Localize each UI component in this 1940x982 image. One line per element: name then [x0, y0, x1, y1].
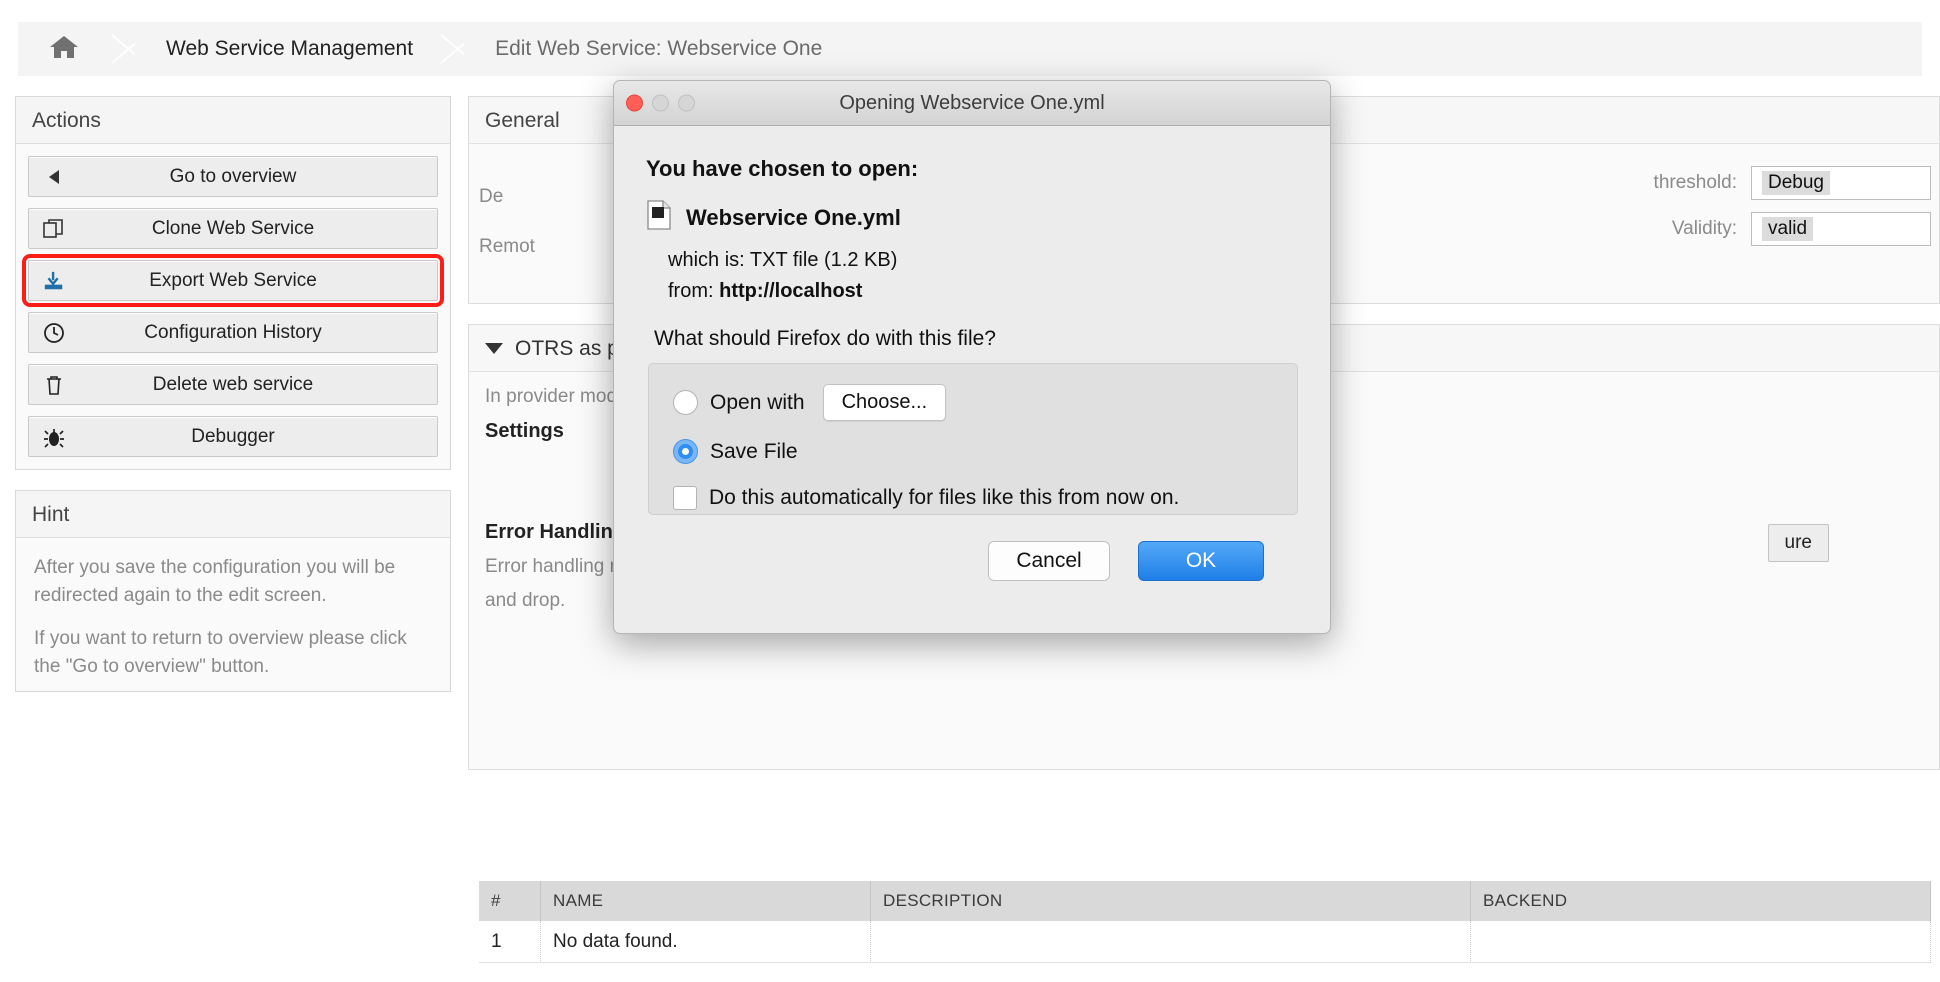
- debug-threshold-select[interactable]: Debug: [1751, 166, 1931, 200]
- hint-paragraph: If you want to return to overview please…: [34, 628, 407, 677]
- action-label: Export Web Service: [149, 269, 317, 291]
- field-label: Remot: [479, 236, 535, 257]
- hint-paragraph: After you save the configuration you wil…: [34, 557, 396, 606]
- table-header-row: # NAME DESCRIPTION BACKEND: [479, 881, 1931, 921]
- caret-down-icon: [485, 342, 503, 354]
- file-source-row: from: http://localhost: [668, 280, 1298, 303]
- action-label: Clone Web Service: [151, 217, 315, 239]
- open-with-radio[interactable]: [673, 390, 698, 415]
- file-info-row: Webservice One.yml: [646, 200, 1298, 235]
- screen-root: Web Service Management Edit Web Service:…: [0, 0, 1940, 982]
- hint-panel: Hint After you save the configuration yo…: [15, 490, 451, 692]
- open-with-row[interactable]: Open with Choose...: [673, 384, 1273, 421]
- column-header-num[interactable]: #: [479, 881, 541, 921]
- do-this-automatically-checkbox[interactable]: [673, 486, 697, 510]
- dialog-footer: Cancel OK: [646, 515, 1298, 581]
- otrs-panel-title: OTRS as pr: [515, 336, 626, 360]
- file-action-options: Open with Choose... Save File Do this au…: [648, 363, 1298, 515]
- save-file-label: Save File: [710, 439, 798, 463]
- action-go-to-overview[interactable]: Go to overview: [28, 156, 438, 197]
- trash-icon: [43, 374, 65, 396]
- action-label: Go to overview: [169, 165, 297, 187]
- cell-backend: [1471, 921, 1931, 963]
- clock-icon: [43, 322, 65, 344]
- auto-open-row[interactable]: Do this automatically for files like thi…: [673, 486, 1273, 510]
- breadcrumb-item-label: Edit Web Service: Webservice One: [495, 37, 823, 60]
- breadcrumb-separator-2: [439, 22, 469, 76]
- window-controls: [626, 94, 695, 112]
- radio-inner: [678, 444, 693, 459]
- field-label: threshold:: [1653, 172, 1737, 193]
- actions-panel-title: Actions: [16, 97, 450, 144]
- validity-value: valid: [1762, 217, 1814, 241]
- choose-button[interactable]: Choose...: [822, 384, 947, 421]
- action-clone-web-service[interactable]: Clone Web Service: [28, 208, 438, 249]
- document-icon: [646, 200, 672, 235]
- table-row: 1 No data found.: [479, 921, 1931, 963]
- validity-select[interactable]: valid: [1751, 212, 1931, 246]
- save-file-row[interactable]: Save File: [673, 439, 1273, 464]
- field-description: De: [479, 186, 503, 208]
- opening-file-dialog: Opening Webservice One.yml You have chos…: [613, 80, 1331, 634]
- action-label: Configuration History: [144, 321, 322, 343]
- field-label: De: [479, 186, 504, 207]
- dialog-body: You have chosen to open: Webservice One.…: [614, 126, 1330, 581]
- download-icon: [43, 270, 65, 292]
- cell-description: [871, 921, 1471, 963]
- from-value: http://localhost: [719, 280, 863, 302]
- field-label: Validity:: [1671, 218, 1737, 239]
- file-type-row: which is: TXT file (1.2 KB): [668, 249, 1298, 272]
- breadcrumb-home[interactable]: [18, 22, 110, 76]
- left-triangle-icon: [43, 166, 65, 188]
- field-validity: Validity: valid: [1672, 212, 1931, 246]
- action-label: Debugger: [191, 425, 275, 447]
- cell-name: No data found.: [541, 921, 871, 963]
- ok-button[interactable]: OK: [1138, 541, 1264, 581]
- action-configuration-history[interactable]: Configuration History: [28, 312, 438, 353]
- do-this-automatically-label: Do this automatically for files like thi…: [709, 486, 1180, 509]
- field-debug-threshold: threshold: Debug: [1654, 166, 1931, 200]
- breadcrumb-item-label: Web Service Management: [166, 37, 414, 60]
- cancel-button[interactable]: Cancel: [988, 541, 1110, 581]
- minimize-button[interactable]: [652, 94, 669, 112]
- action-debugger[interactable]: Debugger: [28, 416, 438, 457]
- dialog-title: Opening Webservice One.yml: [839, 91, 1105, 114]
- debug-threshold-value: Debug: [1762, 171, 1830, 195]
- close-button[interactable]: [626, 94, 643, 112]
- dialog-titlebar: Opening Webservice One.yml: [614, 81, 1330, 126]
- action-label: Delete web service: [152, 373, 314, 395]
- action-delete-web-service[interactable]: Delete web service: [28, 364, 438, 405]
- home-icon: [49, 34, 79, 65]
- cell-num: 1: [479, 921, 541, 963]
- actions-panel: Actions Go to overview Clone Web Service…: [15, 96, 451, 470]
- breadcrumb-item-1[interactable]: Edit Web Service: Webservice One: [469, 22, 848, 76]
- dialog-heading: You have chosen to open:: [646, 156, 919, 181]
- action-export-web-service[interactable]: Export Web Service: [22, 254, 444, 307]
- radio-dot: [682, 448, 689, 455]
- bug-icon: [43, 426, 65, 448]
- maximize-button[interactable]: [678, 94, 695, 112]
- file-name: Webservice One.yml: [686, 204, 901, 230]
- which-is-value: TXT file (1.2 KB): [749, 249, 898, 271]
- breadcrumb-separator-1: [110, 22, 140, 76]
- copy-icon: [43, 218, 65, 240]
- from-label: from:: [668, 280, 714, 302]
- configure-button[interactable]: ure: [1767, 524, 1829, 562]
- dialog-question: What should Firefox do with this file?: [654, 327, 996, 350]
- column-header-backend[interactable]: BACKEND: [1471, 881, 1931, 921]
- error-handling-table: # NAME DESCRIPTION BACKEND 1 No data fou…: [479, 881, 1931, 963]
- column-header-name[interactable]: NAME: [541, 881, 871, 921]
- open-with-label: Open with: [710, 390, 805, 414]
- column-header-description[interactable]: DESCRIPTION: [871, 881, 1471, 921]
- breadcrumb: Web Service Management Edit Web Service:…: [18, 22, 1922, 76]
- hint-body: After you save the configuration you wil…: [16, 538, 450, 680]
- which-is-label: which is:: [668, 249, 745, 271]
- actions-list: Go to overview Clone Web Service Export …: [16, 144, 450, 457]
- field-remote: Remot: [479, 236, 535, 258]
- breadcrumb-item-0[interactable]: Web Service Management: [140, 22, 439, 76]
- save-file-radio[interactable]: [673, 439, 698, 464]
- hint-panel-title: Hint: [16, 491, 450, 538]
